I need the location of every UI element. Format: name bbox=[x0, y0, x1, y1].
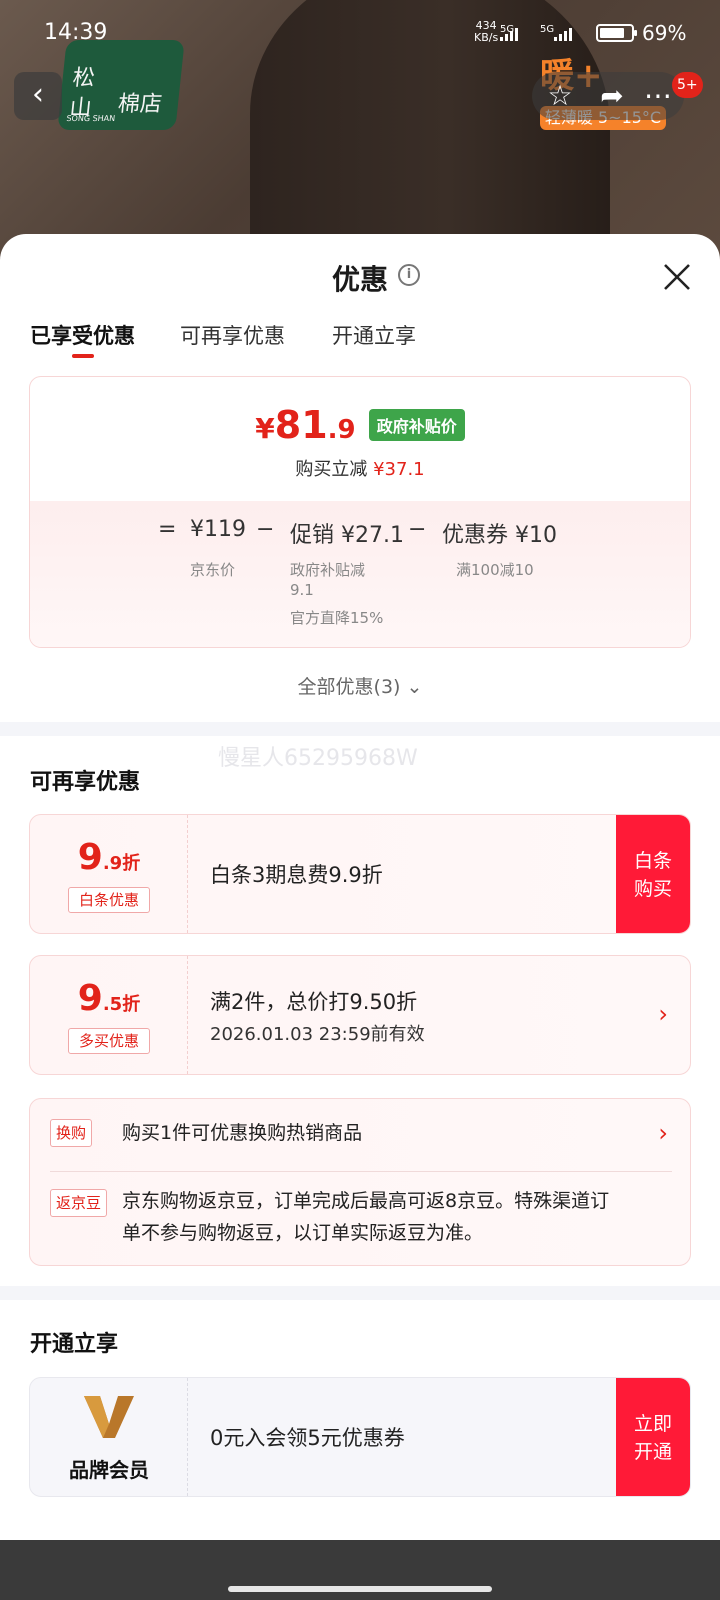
member-offer-text: 0元入会领5元优惠券 bbox=[210, 1426, 405, 1450]
bean-text-line2: 单不参与购物返豆，以订单实际返豆为准。 bbox=[122, 1222, 484, 1244]
offer-discount: 9.9折 bbox=[30, 837, 188, 878]
network-speed-unit: KB/s bbox=[474, 31, 499, 44]
all-offers-toggle[interactable]: 全部优惠(3) ⌄ bbox=[0, 672, 720, 699]
baitiao-buy-button[interactable]: 白条 购买 bbox=[616, 815, 690, 933]
currency-symbol: ¥ bbox=[255, 412, 275, 445]
coupon-note: 满100减10 bbox=[456, 561, 534, 579]
promo-note-gov: 政府补贴减 bbox=[290, 561, 366, 579]
promo-note-gov-amount: 9.1 bbox=[290, 581, 314, 599]
reduction-label: 购买立减 bbox=[295, 459, 368, 480]
battery-icon bbox=[596, 24, 637, 42]
gov-subsidy-tag: 政府补贴价 bbox=[368, 409, 465, 441]
shop-logo: 松 山 棉店 SONG SHAN bbox=[57, 40, 185, 130]
home-indicator[interactable] bbox=[228, 1586, 492, 1592]
close-icon[interactable] bbox=[660, 260, 694, 294]
offer-description: 白条3期息费9.9折 bbox=[210, 863, 383, 887]
baitiao-buy-label-1: 白条 bbox=[633, 850, 672, 872]
join-label-1: 立即 bbox=[633, 1413, 672, 1435]
sheet-title: 优惠 bbox=[331, 263, 388, 296]
multi-buy-offer-card[interactable]: 9.5折 多买优惠 满2件，总价打9.50折 2026.01.03 23:59前… bbox=[29, 955, 691, 1075]
battery-percent: 69% bbox=[642, 21, 687, 45]
brand-member-card[interactable]: 品牌会员 0元入会领5元优惠券 立即 开通 bbox=[29, 1377, 691, 1497]
join-member-button[interactable]: 立即 开通 bbox=[616, 1378, 690, 1496]
minus-sign-2: − bbox=[408, 517, 427, 542]
chevron-left-icon: ‹ bbox=[32, 77, 44, 112]
bean-tag: 返京豆 bbox=[50, 1189, 108, 1217]
bean-text: 京东购物返京豆，订单完成后最高可返8京豆。特殊渠道订 单不参与购物返豆，以订单实… bbox=[122, 1185, 609, 1249]
chevron-down-icon: ⌄ bbox=[406, 676, 423, 698]
exchange-text[interactable]: 购买1件可优惠换购热销商品 bbox=[122, 1117, 362, 1149]
member-label: 品牌会员 bbox=[69, 1458, 149, 1482]
open-section-title: 开通立享 bbox=[30, 1332, 119, 1357]
discount-big: 9 bbox=[77, 978, 103, 1019]
offer-tag: 白条优惠 bbox=[68, 887, 150, 913]
discount-small: .9折 bbox=[102, 853, 141, 874]
favorite-star-icon[interactable]: ☆ bbox=[540, 78, 580, 114]
offer-discount: 9.5折 bbox=[30, 978, 188, 1019]
instant-reduction: 购买立减 ¥37.1 bbox=[30, 455, 690, 481]
watermark-text: 慢星人65295968W bbox=[218, 746, 418, 771]
section-divider bbox=[0, 1286, 720, 1300]
chevron-right-icon: › bbox=[658, 1000, 668, 1028]
bean-text-line1: 京东购物返京豆，订单完成后最高可返8京豆。特殊渠道订 bbox=[122, 1190, 610, 1212]
signal-bars-2-icon bbox=[554, 28, 572, 41]
promo-amount: 促销 ¥27.1 bbox=[290, 523, 404, 548]
message-count-badge: 5+ bbox=[672, 72, 703, 98]
final-price-int: 81 bbox=[274, 403, 328, 447]
tab-open-to-enjoy[interactable]: 开通立享 bbox=[332, 320, 416, 350]
tab-enjoyed[interactable]: 已享受优惠 bbox=[30, 320, 135, 350]
shop-logo-name: 棉店 bbox=[116, 92, 164, 117]
minus-sign-1: − bbox=[256, 517, 275, 542]
all-offers-label: 全部优惠(3) bbox=[297, 676, 401, 698]
chevron-right-icon[interactable]: › bbox=[658, 1119, 668, 1147]
shop-logo-sub: SONG SHAN bbox=[66, 114, 116, 123]
section-divider bbox=[0, 722, 720, 736]
baitiao-buy-label-2: 购买 bbox=[633, 878, 672, 900]
more-offers-title: 可再享优惠 bbox=[30, 770, 141, 795]
active-tab-indicator bbox=[72, 354, 94, 358]
tab-more-available[interactable]: 可再享优惠 bbox=[180, 320, 285, 350]
offers-sheet: 优惠 i 已享受优惠 可再享优惠 开通立享 ¥81.9 政府补贴价 购买立减 ¥… bbox=[0, 234, 720, 1600]
offer-description: 满2件，总价打9.50折 bbox=[210, 990, 418, 1014]
offer-tag: 多买优惠 bbox=[68, 1028, 150, 1054]
discount-small: .5折 bbox=[102, 994, 141, 1015]
brand-v-logo-icon bbox=[84, 1396, 134, 1438]
join-label-2: 开通 bbox=[633, 1441, 672, 1463]
final-price-dec: .9 bbox=[327, 415, 356, 445]
info-icon[interactable]: i bbox=[398, 264, 420, 286]
price-breakdown-card: ¥81.9 政府补贴价 购买立减 ¥37.1 = ¥119 − 促销 ¥27.1… bbox=[29, 376, 691, 648]
offer-validity: 2026.01.03 23:59前有效 bbox=[210, 1024, 425, 1045]
network-speed: 434 KB/s bbox=[474, 20, 498, 44]
baitiao-offer-card[interactable]: 9.9折 白条优惠 白条3期息费9.9折 白条 购买 bbox=[29, 814, 691, 934]
promo-note-official: 官方直降15% bbox=[290, 609, 384, 627]
shop-logo-char-1: 松 bbox=[71, 66, 97, 91]
equals-sign: = bbox=[158, 517, 177, 542]
exchange-tag: 换购 bbox=[50, 1119, 93, 1147]
reduction-amount: ¥37.1 bbox=[373, 459, 425, 480]
discount-big: 9 bbox=[77, 837, 103, 878]
final-price: ¥81.9 政府补贴价 bbox=[30, 403, 690, 447]
misc-divider bbox=[50, 1171, 672, 1172]
signal-type-2: 5G bbox=[540, 24, 555, 35]
coupon-amount: 优惠券 ¥10 bbox=[442, 523, 557, 548]
signal-bars-1-icon bbox=[500, 28, 518, 41]
jd-price: ¥119 bbox=[190, 517, 246, 542]
exchange-and-beans-card: 换购 购买1件可优惠换购热销商品 › 返京豆 京东购物返京豆，订单完成后最高可返… bbox=[29, 1098, 691, 1266]
back-button[interactable]: ‹ bbox=[14, 72, 62, 120]
jd-price-label: 京东价 bbox=[190, 561, 236, 579]
share-icon[interactable]: ➦ bbox=[592, 78, 632, 114]
